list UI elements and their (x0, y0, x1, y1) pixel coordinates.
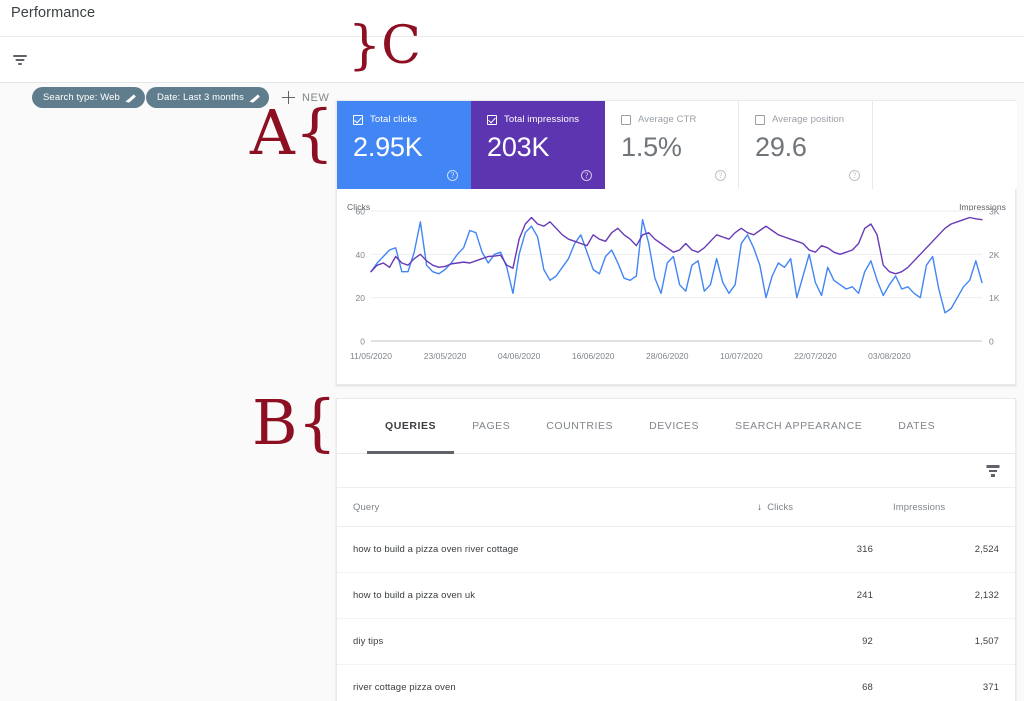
queries-table: Query ↓ Clicks Impressions how to build a… (337, 488, 1015, 701)
detail-table-card: QUERIES PAGES COUNTRIES DEVICES SEARCH A… (336, 398, 1016, 701)
pencil-icon[interactable] (126, 93, 136, 103)
chart-x-tick-label: 22/07/2020 (794, 351, 837, 361)
tab-countries[interactable]: COUNTRIES (528, 399, 631, 454)
metric-label: Total impressions (504, 114, 580, 125)
sort-descending-icon: ↓ (757, 502, 763, 513)
plus-icon (282, 91, 295, 104)
checkbox-unchecked-icon[interactable] (755, 114, 765, 125)
table-filter-icon[interactable] (985, 464, 1001, 478)
table-head: Query ↓ Clicks Impressions (337, 488, 1015, 527)
table-body: how to build a pizza oven river cottage 3… (337, 526, 1015, 701)
chart-x-tick-label: 03/08/2020 (868, 351, 911, 361)
cell-impressions: 2,132 (892, 572, 1015, 619)
cell-impressions: 371 (892, 664, 1015, 701)
metric-label: Total clicks (370, 114, 418, 125)
new-filter-label: NEW (302, 91, 330, 104)
table-row[interactable]: how to build a pizza oven uk 241 2,132 (337, 572, 1015, 619)
metric-header: Total clicks (353, 114, 470, 125)
detail-tabs: QUERIES PAGES COUNTRIES DEVICES SEARCH A… (337, 399, 1015, 454)
chart-canvas: 0 0 20 1K 40 2K 60 3K 11/05/2020 23/05/2020 04/06/… (350, 207, 1000, 362)
tab-queries[interactable]: QUERIES (367, 399, 455, 454)
performance-card: Total clicks 2.95K ? Total impressions 2… (336, 100, 1017, 385)
metric-value: 2.95K (353, 132, 423, 162)
checkbox-checked-icon[interactable] (487, 114, 497, 125)
chart-x-tick-label: 28/06/2020 (646, 351, 689, 361)
help-icon[interactable]: ? (849, 170, 860, 181)
metric-cards: Total clicks 2.95K ? Total impressions 2… (337, 101, 1017, 189)
chart-series-impressions (370, 216, 983, 275)
column-header-query[interactable]: Query (337, 488, 758, 527)
help-icon[interactable]: ? (447, 170, 458, 181)
page-title: Performance (11, 5, 96, 21)
metric-value: 203K (487, 132, 550, 162)
metric-card-average-ctr[interactable]: Average CTR 1.5% ? (605, 101, 739, 189)
checkbox-checked-icon[interactable] (353, 114, 363, 125)
chart-right-tick-label: 2K (989, 250, 1000, 260)
table-row[interactable]: how to build a pizza oven river cottage 3… (337, 526, 1015, 573)
pencil-icon[interactable] (250, 93, 260, 103)
chart-series-clicks (370, 218, 983, 314)
cell-query: diy tips (337, 618, 758, 665)
filter-toolbar: Search type: Web Date: Last 3 months NEW (0, 37, 1024, 108)
checkbox-unchecked-icon[interactable] (621, 114, 631, 125)
cell-impressions: 1,507 (892, 618, 1015, 665)
cell-clicks: 68 (757, 664, 893, 701)
metric-value: 1.5% (621, 132, 682, 162)
cell-clicks: 316 (757, 526, 893, 573)
table-row[interactable]: river cottage pizza oven 68 371 (337, 664, 1015, 701)
table-row[interactable]: diy tips 92 1,507 (337, 618, 1015, 665)
table-header-row: Query ↓ Clicks Impressions (337, 488, 1015, 527)
column-header-clicks-label: Clicks (767, 502, 794, 513)
chart-right-tick-label: 3K (989, 207, 1000, 217)
cell-clicks: 92 (757, 618, 893, 665)
chart-x-tick-label: 23/05/2020 (424, 351, 467, 361)
help-icon[interactable]: ? (715, 170, 726, 181)
metric-card-average-position[interactable]: Average position 29.6 ? (739, 101, 873, 189)
chart-left-tick-label: 40 (356, 250, 366, 260)
table-toolbar (337, 454, 1015, 488)
chart-right-tick-label: 1K (989, 293, 1000, 303)
chart-x-tick-label: 04/06/2020 (498, 351, 541, 361)
cell-impressions: 2,524 (892, 526, 1015, 573)
metric-card-empty (873, 101, 1017, 189)
help-icon[interactable]: ? (581, 170, 592, 181)
metric-header: Total impressions (487, 114, 604, 125)
tab-search-appearance[interactable]: SEARCH APPEARANCE (717, 399, 880, 454)
metric-value: 29.6 (755, 132, 807, 162)
page-header: Performance (0, 0, 1024, 36)
filter-chip-search-type[interactable]: Search type: Web (32, 87, 145, 108)
toolbar-divider (0, 82, 1024, 83)
filter-icon[interactable] (11, 51, 29, 69)
metric-label: Average position (772, 114, 845, 125)
metric-card-total-clicks[interactable]: Total clicks 2.95K ? (337, 101, 471, 189)
column-header-impressions[interactable]: Impressions (892, 488, 1015, 527)
performance-page: Performance Search type: Web Date: Last … (0, 0, 1024, 701)
chart-x-tick-label: 16/06/2020 (572, 351, 615, 361)
metric-header: Average position (755, 114, 872, 125)
new-filter-button[interactable]: NEW (282, 87, 329, 108)
chart-left-tick-label: 60 (356, 207, 366, 217)
annotation-a: A{ (250, 96, 335, 169)
tab-devices[interactable]: DEVICES (631, 399, 717, 454)
cell-query: how to build a pizza oven river cottage (337, 526, 758, 573)
filter-chip-label: Search type: Web (43, 92, 120, 103)
chart-x-tick-label: 11/05/2020 (350, 351, 392, 361)
filter-chip-date[interactable]: Date: Last 3 months (146, 87, 269, 108)
column-header-clicks[interactable]: ↓ Clicks (757, 488, 893, 527)
cell-clicks: 241 (757, 572, 893, 619)
annotation-b: B{ (252, 386, 338, 459)
metric-card-total-impressions[interactable]: Total impressions 203K ? (471, 101, 605, 189)
chart-right-tick-label: 0 (989, 337, 994, 347)
tab-pages[interactable]: PAGES (454, 399, 528, 454)
metric-header: Average CTR (621, 114, 738, 125)
chart-x-tick-label: 10/07/2020 (720, 351, 763, 361)
cell-query: how to build a pizza oven uk (337, 572, 758, 619)
performance-chart: Clicks Impressions 0 0 20 1K 40 2K 60 3K 11/05/2… (337, 189, 1017, 385)
metric-label: Average CTR (638, 114, 697, 125)
tab-dates[interactable]: DATES (880, 399, 953, 454)
chart-left-tick-label: 0 (360, 337, 365, 347)
cell-query: river cottage pizza oven (337, 664, 758, 701)
chart-left-tick-label: 20 (356, 293, 366, 303)
filter-chip-label: Date: Last 3 months (157, 92, 244, 103)
